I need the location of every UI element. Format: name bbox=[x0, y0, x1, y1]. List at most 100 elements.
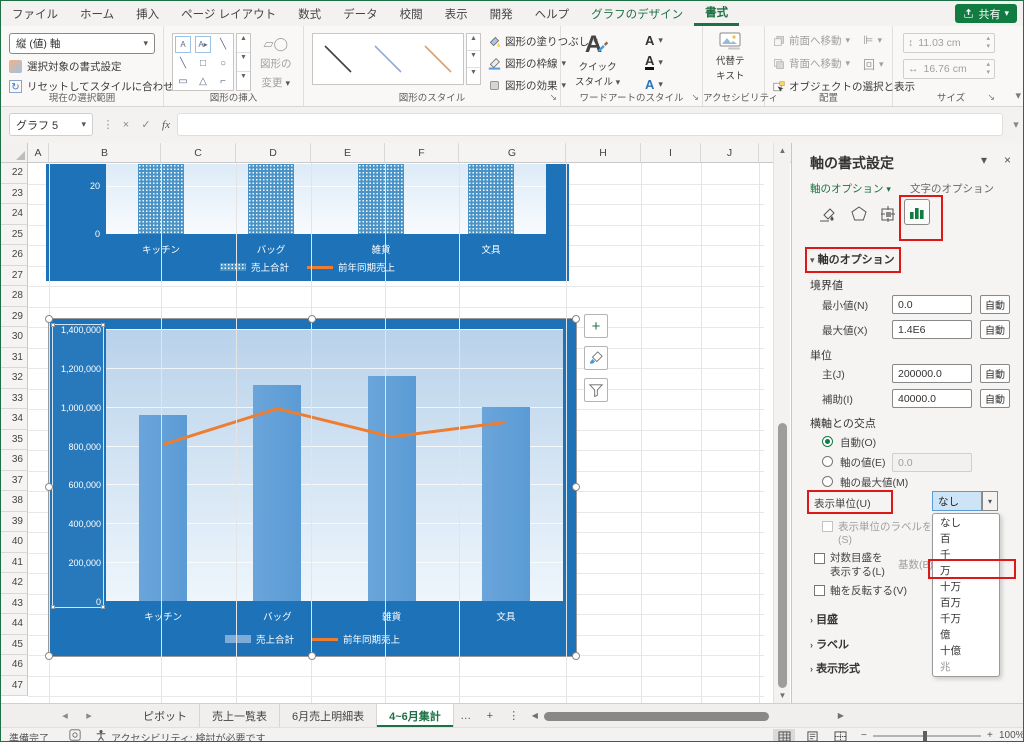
elbow-shape-icon[interactable]: ⌐ bbox=[213, 73, 233, 90]
top-chart[interactable]: キッチンバッグ雑貨文具 売上合計 前年同期売上 200 bbox=[46, 164, 569, 281]
max-value-field[interactable]: 1.4E6 bbox=[892, 320, 972, 339]
row-header-22[interactable]: 22 bbox=[1, 163, 28, 184]
column-header-H[interactable]: H bbox=[566, 143, 641, 163]
select-all-corner[interactable] bbox=[1, 143, 28, 163]
display-units-option-百[interactable]: 百 bbox=[933, 531, 999, 547]
fill-line-icon[interactable] bbox=[814, 201, 840, 227]
minor-value-field[interactable]: 40000.0 bbox=[892, 389, 972, 408]
collapse-ribbon-icon[interactable]: ▾ bbox=[1015, 89, 1021, 102]
display-units-option-十万[interactable]: 十万 bbox=[933, 579, 999, 595]
log-scale-checkbox[interactable] bbox=[814, 553, 825, 564]
column-header-A[interactable]: A bbox=[28, 143, 49, 163]
row-header-41[interactable]: 41 bbox=[1, 552, 28, 573]
column-header-F[interactable]: F bbox=[385, 143, 459, 163]
major-auto-button[interactable]: 自動 bbox=[980, 364, 1010, 383]
rounded-rect-shape-icon[interactable]: ▭ bbox=[173, 73, 193, 90]
quick-styles-button[interactable]: A クイック スタイル ▾ bbox=[575, 32, 620, 89]
shape-width-field[interactable]: ↔ 16.76 cm ▴ ▾ bbox=[903, 59, 995, 79]
pane-tab-text-options[interactable]: 文字のオプション bbox=[910, 181, 994, 196]
wordart-dialog-launcher[interactable]: ↘ bbox=[691, 92, 699, 103]
size-dialog-launcher[interactable]: ↘ bbox=[987, 92, 995, 103]
axis-options-icon[interactable] bbox=[904, 199, 930, 225]
arrow-shape-icon[interactable]: ╲ bbox=[173, 55, 193, 72]
style-thumb-blue-line[interactable] bbox=[363, 34, 413, 84]
row-header-31[interactable]: 31 bbox=[1, 347, 28, 368]
ribbon-tab-表示[interactable]: 表示 bbox=[434, 1, 479, 26]
max-auto-button[interactable]: 自動 bbox=[980, 320, 1010, 339]
row-header-29[interactable]: 29 bbox=[1, 306, 28, 327]
row-header-24[interactable]: 24 bbox=[1, 204, 28, 225]
display-units-option-百万[interactable]: 百万 bbox=[933, 595, 999, 611]
row-header-30[interactable]: 30 bbox=[1, 327, 28, 348]
row-header-40[interactable]: 40 bbox=[1, 532, 28, 553]
shapes-gallery-scroll[interactable]: ▲ ▼ ▼ bbox=[236, 33, 251, 91]
row-header-35[interactable]: 35 bbox=[1, 429, 28, 450]
row-header-32[interactable]: 32 bbox=[1, 368, 28, 389]
chart-handle-n[interactable] bbox=[308, 315, 316, 323]
change-shape-button[interactable]: ▱◯ 図形の 変更 ▾ bbox=[260, 36, 292, 90]
column-header-G[interactable]: G bbox=[459, 143, 566, 163]
chart-elements-button[interactable]: + bbox=[584, 314, 608, 338]
display-units-option-千[interactable]: 千 bbox=[933, 547, 999, 563]
shape-outline-button[interactable]: 図形の枠線 ▾ bbox=[488, 56, 566, 71]
zoom-slider-thumb[interactable] bbox=[923, 731, 927, 741]
radio-axis-value[interactable] bbox=[822, 456, 833, 467]
min-value-field[interactable]: 0.0 bbox=[892, 295, 972, 314]
ribbon-tab-データ[interactable]: データ bbox=[332, 1, 389, 26]
height-stepper[interactable]: ▴ ▾ bbox=[986, 35, 990, 51]
share-button[interactable]: 共有 ▾ bbox=[955, 4, 1017, 23]
chart-handle-s[interactable] bbox=[308, 652, 316, 660]
triangle-shape-icon[interactable]: △ bbox=[193, 73, 213, 90]
page-layout-view-icon[interactable] bbox=[801, 729, 823, 741]
row-header-36[interactable]: 36 bbox=[1, 450, 28, 471]
radio-axis-max[interactable] bbox=[822, 476, 833, 487]
style-thumb-orange-line[interactable] bbox=[413, 34, 463, 84]
pane-close-icon[interactable]: × bbox=[1004, 153, 1011, 167]
chart-handle-sw[interactable] bbox=[45, 652, 53, 660]
formula-input[interactable] bbox=[177, 113, 1003, 136]
row-header-33[interactable]: 33 bbox=[1, 388, 28, 409]
ribbon-tab-校閲[interactable]: 校閲 bbox=[389, 1, 434, 26]
sheet-nav-left-icon[interactable]: ◂ bbox=[53, 704, 77, 727]
styles-down-icon[interactable]: ▼ bbox=[467, 50, 480, 67]
chart-handle-ne[interactable] bbox=[572, 315, 580, 323]
row-header-43[interactable]: 43 bbox=[1, 593, 28, 614]
ribbon-tab-開発[interactable]: 開発 bbox=[479, 1, 524, 26]
gallery-up-icon[interactable]: ▲ bbox=[237, 34, 250, 52]
page-break-view-icon[interactable] bbox=[829, 729, 851, 741]
row-header-27[interactable]: 27 bbox=[1, 265, 28, 286]
align-button[interactable]: ⊫ ▾ bbox=[863, 33, 882, 47]
ribbon-tab-グラフのデザイン[interactable]: グラフのデザイン bbox=[580, 1, 694, 26]
sheet-tab-売上一覧表[interactable]: 売上一覧表 bbox=[200, 704, 280, 727]
section-number-format[interactable]: › 表示形式 bbox=[810, 660, 860, 676]
display-units-option-なし[interactable]: なし bbox=[933, 515, 999, 531]
row-header-25[interactable]: 25 bbox=[1, 224, 28, 245]
top-bar-雑貨[interactable] bbox=[358, 164, 404, 234]
minor-auto-button[interactable]: 自動 bbox=[980, 389, 1010, 408]
min-auto-button[interactable]: 自動 bbox=[980, 295, 1010, 314]
send-backward-button[interactable]: 背面へ移動 ▾ bbox=[773, 56, 850, 71]
textbox-icon[interactable]: A bbox=[175, 36, 191, 54]
top-bar-文具[interactable] bbox=[468, 164, 514, 234]
oval-shape-icon[interactable]: ○ bbox=[213, 55, 233, 72]
section-axis-options[interactable]: ▾ 軸のオプション bbox=[810, 251, 895, 267]
horizontal-scroll-thumb[interactable] bbox=[543, 712, 769, 721]
scroll-left-icon[interactable]: ◀ bbox=[530, 711, 540, 720]
shape-height-field[interactable]: ↕ 11.03 cm ▴ ▾ bbox=[903, 33, 995, 53]
sheet-nav-right-icon[interactable]: ▸ bbox=[77, 704, 101, 727]
ribbon-tab-ページ レイアウト[interactable]: ページ レイアウト bbox=[170, 1, 287, 26]
scroll-down-icon[interactable]: ▼ bbox=[774, 691, 791, 700]
row-header-44[interactable]: 44 bbox=[1, 614, 28, 635]
major-value-field[interactable]: 200000.0 bbox=[892, 364, 972, 383]
pane-collapse-icon[interactable]: ▾ bbox=[981, 153, 987, 167]
zoom-out-icon[interactable]: − bbox=[861, 730, 867, 741]
effects-icon[interactable] bbox=[846, 201, 872, 227]
line-shape-icon[interactable]: ╲ bbox=[213, 34, 233, 55]
ribbon-tab-数式[interactable]: 数式 bbox=[287, 1, 332, 26]
display-units-option-兆[interactable]: 兆 bbox=[933, 659, 999, 675]
normal-view-icon[interactable] bbox=[773, 729, 795, 741]
sheet-menu-icon[interactable]: ⋮ bbox=[502, 704, 526, 727]
radio-auto[interactable] bbox=[822, 436, 833, 447]
column-header-D[interactable]: D bbox=[236, 143, 311, 163]
style-thumb-black-line[interactable] bbox=[313, 34, 363, 84]
